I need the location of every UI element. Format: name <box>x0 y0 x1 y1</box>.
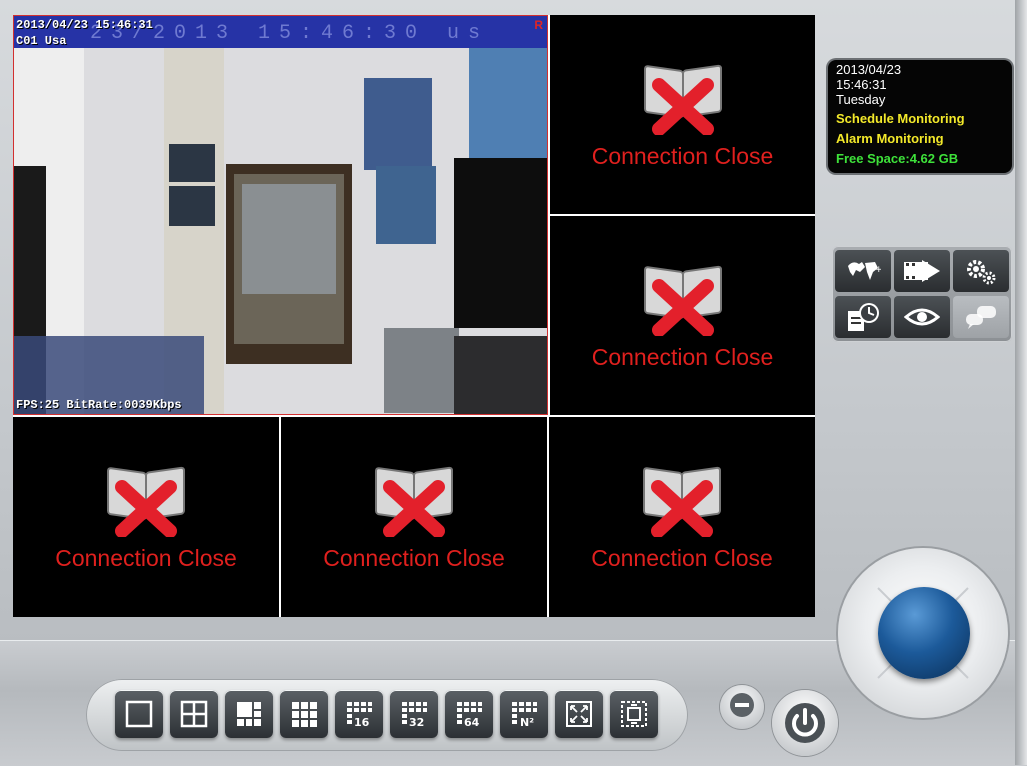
camera-channel-name: C01 Usa <box>16 34 67 48</box>
connection-status-text: Connection Close <box>323 545 505 571</box>
playback-icon <box>904 260 940 282</box>
camera-datetime: 2013/04/23 15:46:31 <box>16 18 153 32</box>
sequence-button[interactable] <box>610 690 658 738</box>
disconnected-monitor-icon <box>643 265 722 336</box>
camera-cell-2[interactable]: Connection Close <box>550 15 815 214</box>
disconnected-monitor-icon <box>643 64 722 135</box>
disconnected-monitor-icon <box>107 466 185 537</box>
single-view-icon <box>125 700 153 728</box>
layout-9-button[interactable] <box>280 690 328 738</box>
nine-view-icon <box>292 702 317 727</box>
connection-status-text: Connection Close <box>591 545 773 571</box>
connection-status-text: Connection Close <box>591 143 774 169</box>
camera-cell-6[interactable]: Connection Close <box>549 417 815 617</box>
sixty-four-view-icon: 64 <box>457 702 482 729</box>
layout-n2-button[interactable]: N² <box>500 690 548 738</box>
layout-1-button[interactable] <box>115 690 163 738</box>
status-weekday: Tuesday <box>836 92 886 107</box>
layout-16-label: 16 <box>354 716 370 729</box>
e-map-button[interactable]: + <box>835 250 891 292</box>
fullscreen-button[interactable] <box>555 690 603 738</box>
camera-cell-3[interactable]: Connection Close <box>550 216 815 415</box>
thirty-two-view-icon: 32 <box>402 702 427 729</box>
camera-cell-5[interactable]: Connection Close <box>281 417 547 617</box>
free-space-status: Free Space:4.62 GB <box>836 151 959 166</box>
power-button[interactable] <box>772 690 838 756</box>
power-icon <box>785 703 825 743</box>
camera-cell-4[interactable]: Connection Close <box>13 417 279 617</box>
camera-scene-image <box>14 48 547 414</box>
minimize-button[interactable] <box>720 685 764 729</box>
layout-n2-label: N² <box>520 716 534 729</box>
ptz-joystick-knob[interactable] <box>878 587 970 679</box>
schedule-monitoring-status: Schedule Monitoring <box>836 111 965 126</box>
status-date: 2013/04/23 <box>836 62 902 77</box>
function-toolbox: + <box>832 246 1012 342</box>
settings-button[interactable] <box>953 250 1009 292</box>
layout-6-button[interactable] <box>225 690 273 738</box>
status-panel: 2013/04/23 15:46:31 Tuesday Schedule Mon… <box>828 60 1012 173</box>
connection-status-text: Connection Close <box>591 344 774 370</box>
quad-view-icon <box>180 700 208 728</box>
view-button[interactable] <box>894 296 950 338</box>
camera-stats: FPS:25 BitRate:0039Kbps <box>16 398 182 412</box>
layout-16-button[interactable]: 16 <box>335 690 383 738</box>
e-map-icon: + <box>848 262 881 280</box>
playback-button[interactable] <box>894 250 950 292</box>
view-icon <box>904 308 940 326</box>
camera-cell-1[interactable]: 23/2013 15:46:30 us 2013/04/23 15:46:31 … <box>13 15 548 415</box>
layout-32-button[interactable]: 32 <box>390 690 438 738</box>
log-button[interactable] <box>835 296 891 338</box>
sequence-icon <box>621 701 647 727</box>
layout-64-button[interactable]: 64 <box>445 690 493 738</box>
six-view-icon <box>237 702 261 726</box>
alarm-monitoring-status: Alarm Monitoring <box>836 131 944 146</box>
disconnected-monitor-icon <box>643 466 721 537</box>
video-grid: 23/2013 15:46:30 us 2013/04/23 15:46:31 … <box>13 15 815 617</box>
layout-32-label: 32 <box>409 716 424 729</box>
custom-n-squared-view-icon: N² <box>512 702 537 729</box>
chat-button[interactable] <box>953 296 1009 338</box>
connection-status-text: Connection Close <box>55 545 237 571</box>
fullscreen-icon <box>566 701 592 727</box>
settings-icon <box>967 260 996 285</box>
layout-64-label: 64 <box>464 716 480 729</box>
chat-icon <box>966 306 996 329</box>
layout-4-button[interactable] <box>170 690 218 738</box>
window-edge <box>1015 0 1027 765</box>
svg-text:+: + <box>875 265 881 275</box>
minus-icon <box>730 693 754 717</box>
log-icon <box>848 303 879 331</box>
camera-feed: 23/2013 15:46:30 us 2013/04/23 15:46:31 … <box>14 16 547 414</box>
status-time: 15:46:31 <box>836 77 887 92</box>
disconnected-monitor-icon <box>375 466 453 537</box>
record-indicator: R <box>534 18 543 32</box>
sixteen-view-icon: 16 <box>347 702 372 729</box>
